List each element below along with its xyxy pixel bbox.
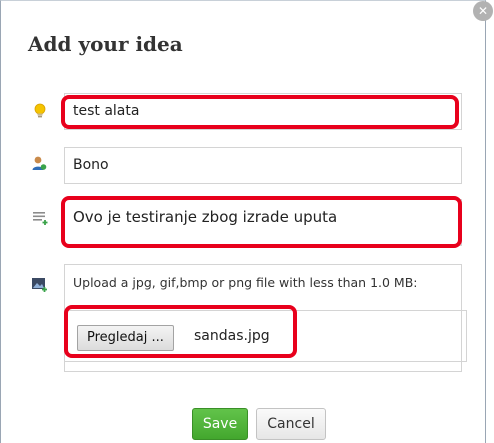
description-value: Ovo je testiranje zbog izrade uputa (73, 208, 338, 226)
idea-title-value: test alata (73, 103, 140, 119)
text-lines-icon (33, 212, 48, 225)
author-input[interactable]: Bono (64, 147, 462, 184)
author-value: Bono (73, 157, 109, 173)
upload-hint: Upload a jpg, gif,bmp or png file with l… (73, 275, 418, 290)
cancel-button[interactable]: Cancel (256, 408, 326, 440)
browse-button[interactable]: Pregledaj ... (77, 325, 174, 351)
close-icon[interactable]: ✕ (473, 1, 493, 21)
file-input-row: Pregledaj ... sandas.jpg (65, 310, 467, 362)
description-textarea[interactable]: Ovo je testiranje zbog izrade uputa (64, 199, 462, 246)
image-add-icon (32, 278, 47, 292)
add-idea-dialog: ✕ Add your idea test alata Bono Ovo je t… (0, 0, 493, 443)
selected-file-name: sandas.jpg (194, 328, 270, 344)
idea-title-input[interactable]: test alata (64, 93, 462, 130)
save-button[interactable]: Save (192, 408, 248, 440)
user-icon (32, 156, 47, 170)
lightbulb-icon (34, 103, 46, 118)
dialog-title: Add your idea (28, 32, 183, 56)
upload-box: Upload a jpg, gif,bmp or png file with l… (64, 264, 467, 372)
